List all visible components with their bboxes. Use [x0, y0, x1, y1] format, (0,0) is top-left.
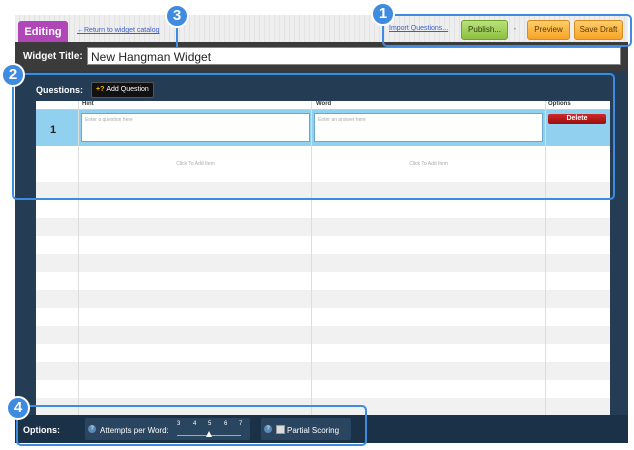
widget-title-input[interactable]: New Hangman Widget [87, 47, 621, 65]
callout-marker-1: 1 [371, 2, 395, 26]
return-to-catalog-link[interactable]: ←Return to widget catalog [77, 27, 160, 34]
editing-tab[interactable]: Editing [18, 21, 68, 43]
table-stripe [36, 254, 610, 272]
table-stripe [36, 218, 610, 236]
table-stripe [36, 362, 610, 380]
table-stripe [36, 290, 610, 308]
callout-marker-3: 3 [165, 4, 189, 28]
widget-title-label: Widget Title: [23, 51, 83, 62]
callout-marker-2: 2 [1, 63, 25, 87]
callout-box-toolbar [382, 14, 632, 47]
callout-marker-4: 4 [6, 396, 30, 420]
callout-box-options [16, 405, 367, 446]
table-stripe [36, 326, 610, 344]
callout-box-questions [12, 73, 615, 200]
